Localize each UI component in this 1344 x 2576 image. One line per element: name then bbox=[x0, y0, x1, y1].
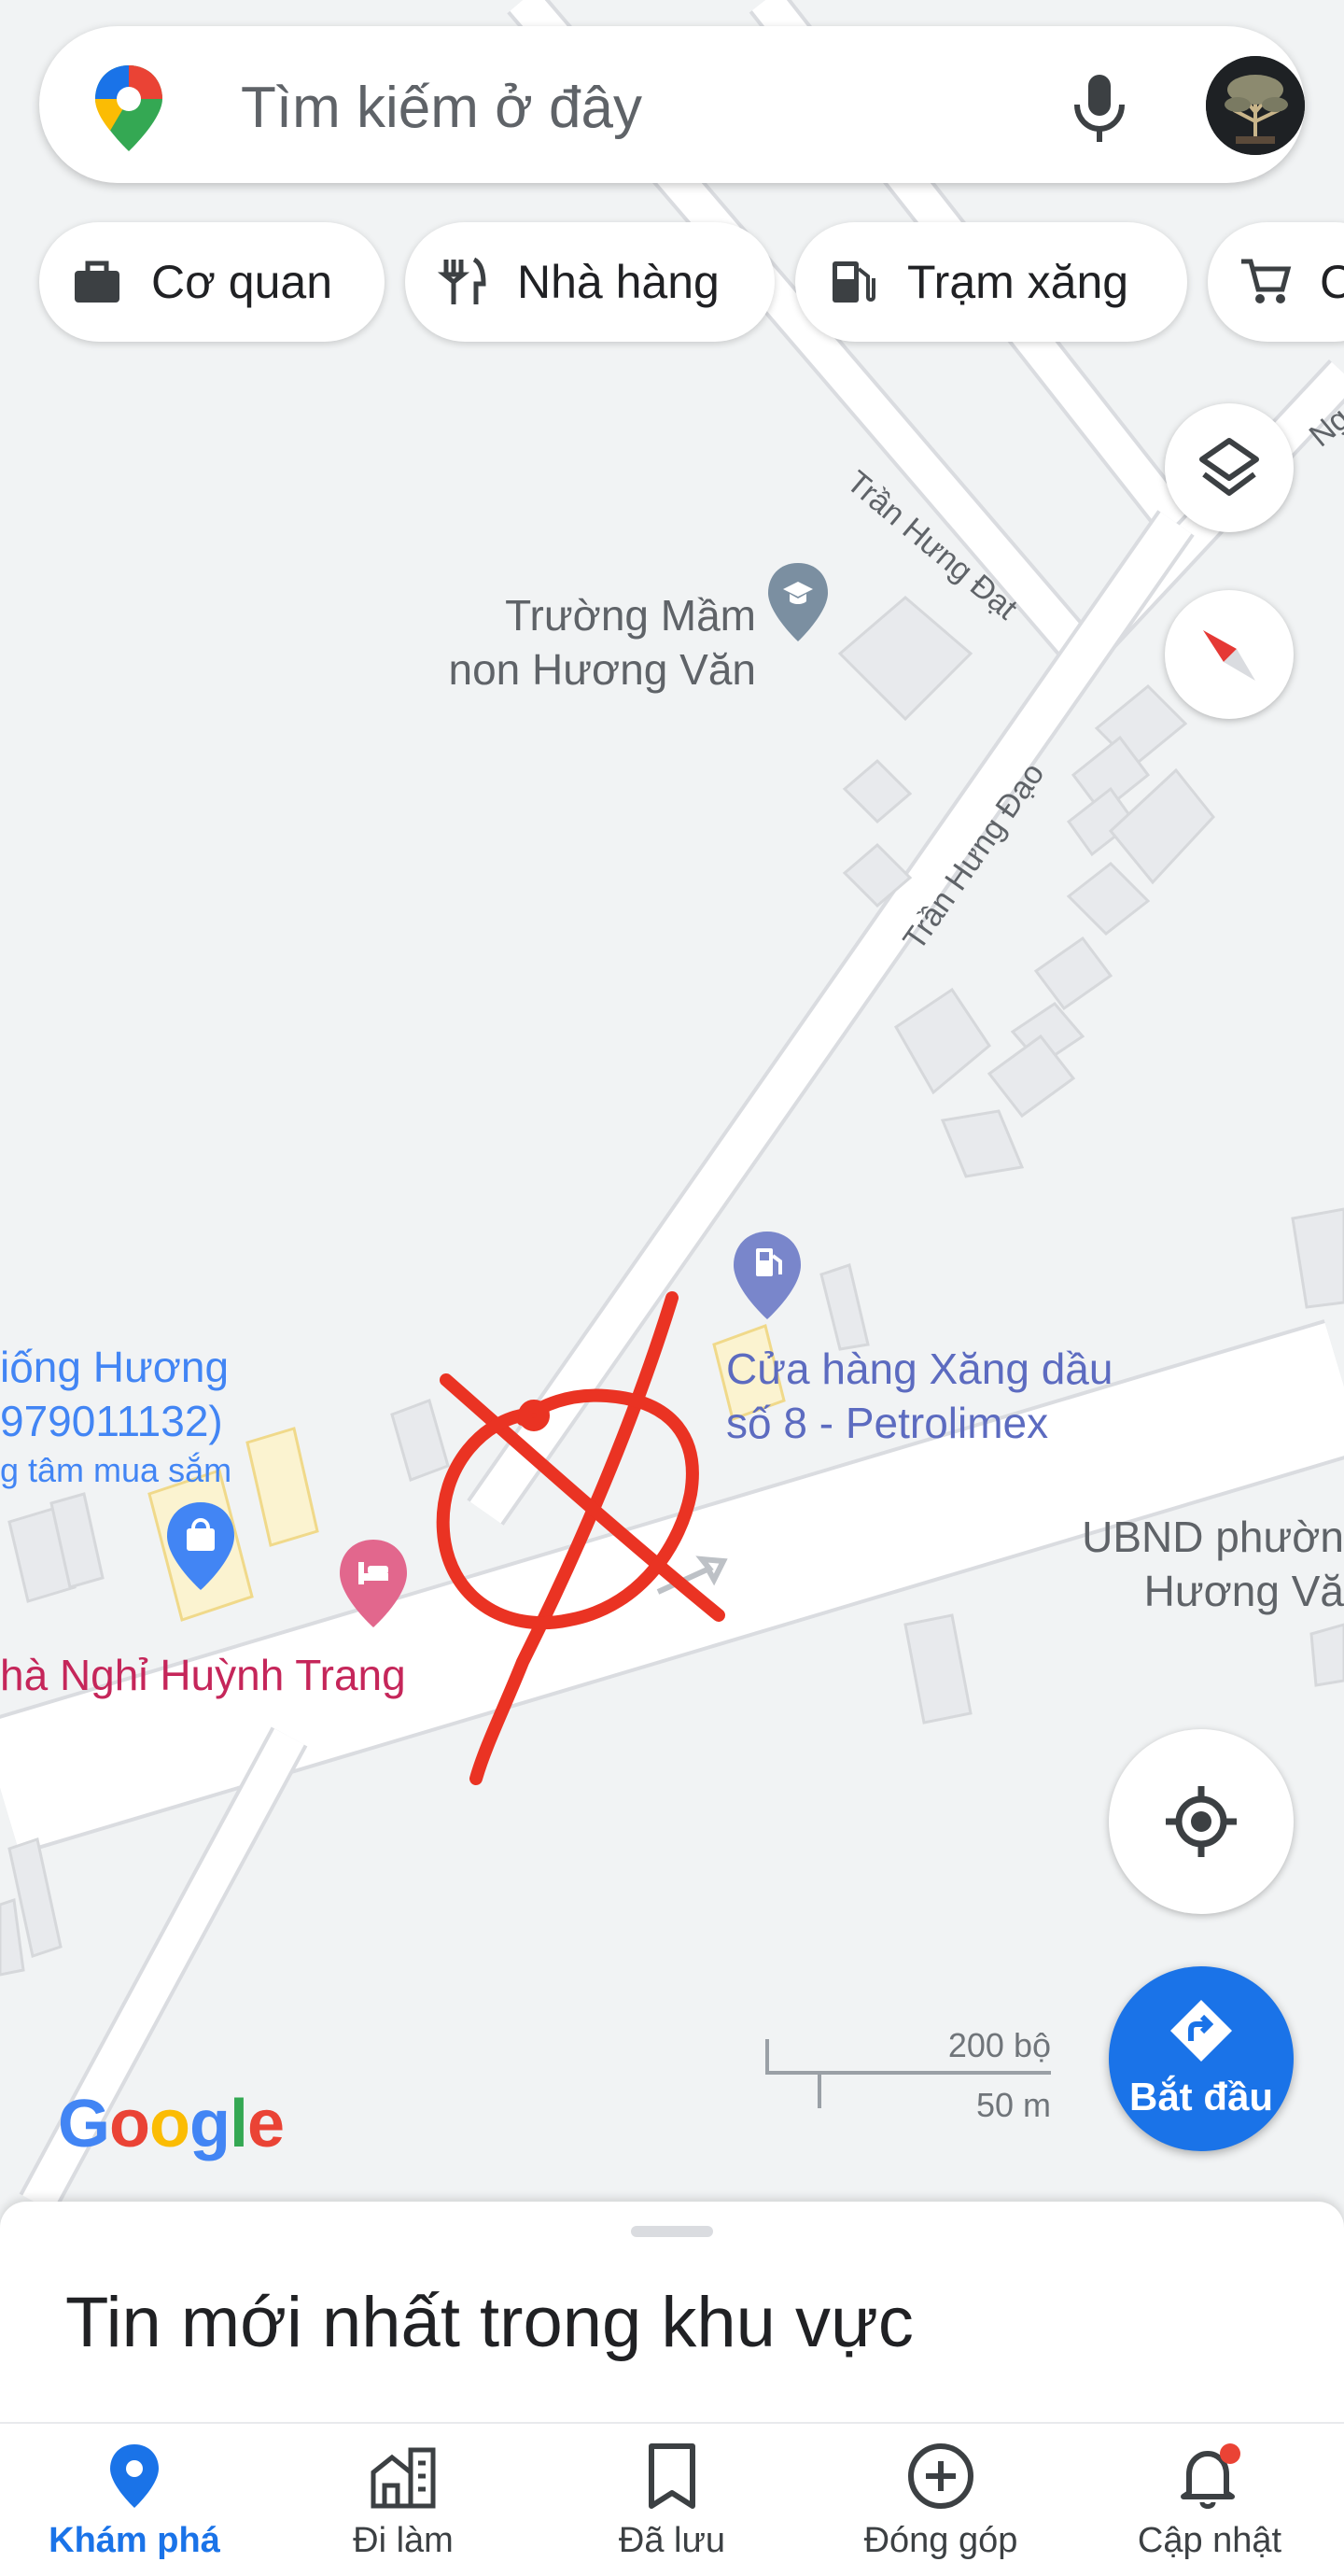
school-label-line2: non Hương Văn bbox=[448, 645, 756, 694]
ubnd-label[interactable]: UBND phườn Hương Vă bbox=[1055, 1510, 1344, 1618]
scale-imperial: 200 bộ bbox=[947, 2026, 1051, 2064]
shop-label-line3: g tâm mua sắm bbox=[0, 1451, 232, 1489]
contribute-icon bbox=[908, 2443, 973, 2509]
start-navigation-button[interactable]: Bắt đầu bbox=[1109, 1966, 1294, 2151]
directions-icon bbox=[1170, 2000, 1232, 2062]
ubnd-label-line2: Hương Vă bbox=[1143, 1567, 1344, 1615]
notification-bell-icon bbox=[1181, 2443, 1240, 2509]
nav-label: Đã lưu bbox=[618, 2521, 726, 2560]
explore-pin-icon bbox=[110, 2444, 159, 2508]
shop-label-line2: 979011132) bbox=[0, 1397, 223, 1445]
nav-updates[interactable]: Cập nhật bbox=[1075, 2424, 1344, 2576]
gas-station-label[interactable]: Cửa hàng Xăng dầu số 8 - Petrolimex bbox=[726, 1342, 1113, 1450]
gas-label-line2: số 8 - Petrolimex bbox=[726, 1399, 1049, 1447]
crosshair-icon bbox=[1166, 1786, 1237, 1857]
nav-label: Đi làm bbox=[353, 2521, 454, 2560]
map-canvas[interactable]: Trần Hưng Đạt Trần Hưng Đạo Ng bbox=[0, 0, 1344, 2576]
layers-icon bbox=[1199, 438, 1259, 496]
gas-station-icon bbox=[833, 261, 875, 303]
google-logo: Google bbox=[58, 2087, 285, 2161]
chip-restaurant[interactable]: Nhà hàng bbox=[405, 222, 775, 342]
profile-tree-icon bbox=[1206, 56, 1305, 155]
chip-label: Cơ quan bbox=[151, 256, 333, 308]
sheet-title: Tin mới nhất trong khu vực bbox=[65, 2283, 914, 2362]
school-label[interactable]: Trường Mầm non Hương Văn bbox=[392, 588, 756, 697]
ubnd-label-line1: UBND phườn bbox=[1082, 1513, 1344, 1561]
school-label-line1: Trường Mầm bbox=[505, 591, 756, 640]
shop-label[interactable]: iống Hương 979011132) g tâm mua sắm bbox=[0, 1340, 231, 1493]
avatar[interactable] bbox=[1206, 56, 1305, 155]
nav-contribute[interactable]: Đóng góp bbox=[806, 2424, 1075, 2576]
nav-label: Khám phá bbox=[49, 2521, 220, 2560]
microphone-icon[interactable] bbox=[1066, 71, 1133, 146]
search-bar[interactable]: Tìm kiếm ở đây bbox=[39, 26, 1305, 183]
scale-metric: 50 m bbox=[975, 2086, 1051, 2124]
gas-label-line1: Cửa hàng Xăng dầu bbox=[726, 1344, 1113, 1393]
google-maps-pin-icon bbox=[95, 65, 162, 151]
layers-button[interactable] bbox=[1165, 403, 1294, 532]
chip-office[interactable]: Cơ quan bbox=[39, 222, 385, 342]
commute-icon bbox=[371, 2447, 436, 2509]
nav-commute[interactable]: Đi làm bbox=[269, 2424, 538, 2576]
chip-label: Nhà hàng bbox=[517, 256, 720, 308]
nav-explore[interactable]: Khám phá bbox=[0, 2424, 269, 2576]
nav-saved[interactable]: Đã lưu bbox=[538, 2424, 806, 2576]
chip-label: C bbox=[1320, 256, 1344, 308]
nav-label: Cập nhật bbox=[1137, 2521, 1282, 2560]
sheet-drag-handle[interactable] bbox=[631, 2226, 713, 2237]
map-scale: 200 bộ 50 m bbox=[763, 2024, 1062, 2127]
shop-label-line1: iống Hương bbox=[0, 1343, 230, 1391]
bottom-sheet[interactable]: Tin mới nhất trong khu vực bbox=[0, 2202, 1344, 2426]
chip-label: Trạm xăng bbox=[907, 256, 1129, 308]
chip-gas-station[interactable]: Trạm xăng bbox=[795, 222, 1187, 342]
briefcase-icon bbox=[75, 260, 119, 303]
my-location-button[interactable] bbox=[1109, 1729, 1294, 1914]
nav-label: Đóng góp bbox=[863, 2521, 1018, 2560]
compass-button[interactable] bbox=[1165, 590, 1294, 719]
hotel-label-line1: hà Nghỉ Huỳnh Trang bbox=[0, 1651, 406, 1699]
cart-icon bbox=[1241, 259, 1292, 303]
compass-icon bbox=[1203, 630, 1255, 681]
start-label: Bắt đầu bbox=[1128, 2075, 1273, 2119]
hotel-label[interactable]: hà Nghỉ Huỳnh Trang bbox=[0, 1648, 406, 1702]
bottom-navigation: Khám phá Đi làm Đã lưu Đóng góp Cập nhật bbox=[0, 2422, 1344, 2576]
restaurant-icon bbox=[437, 257, 486, 304]
search-input[interactable]: Tìm kiếm ở đây bbox=[241, 75, 642, 141]
chip-shopping[interactable]: C bbox=[1208, 222, 1344, 342]
bookmark-icon bbox=[649, 2443, 695, 2509]
